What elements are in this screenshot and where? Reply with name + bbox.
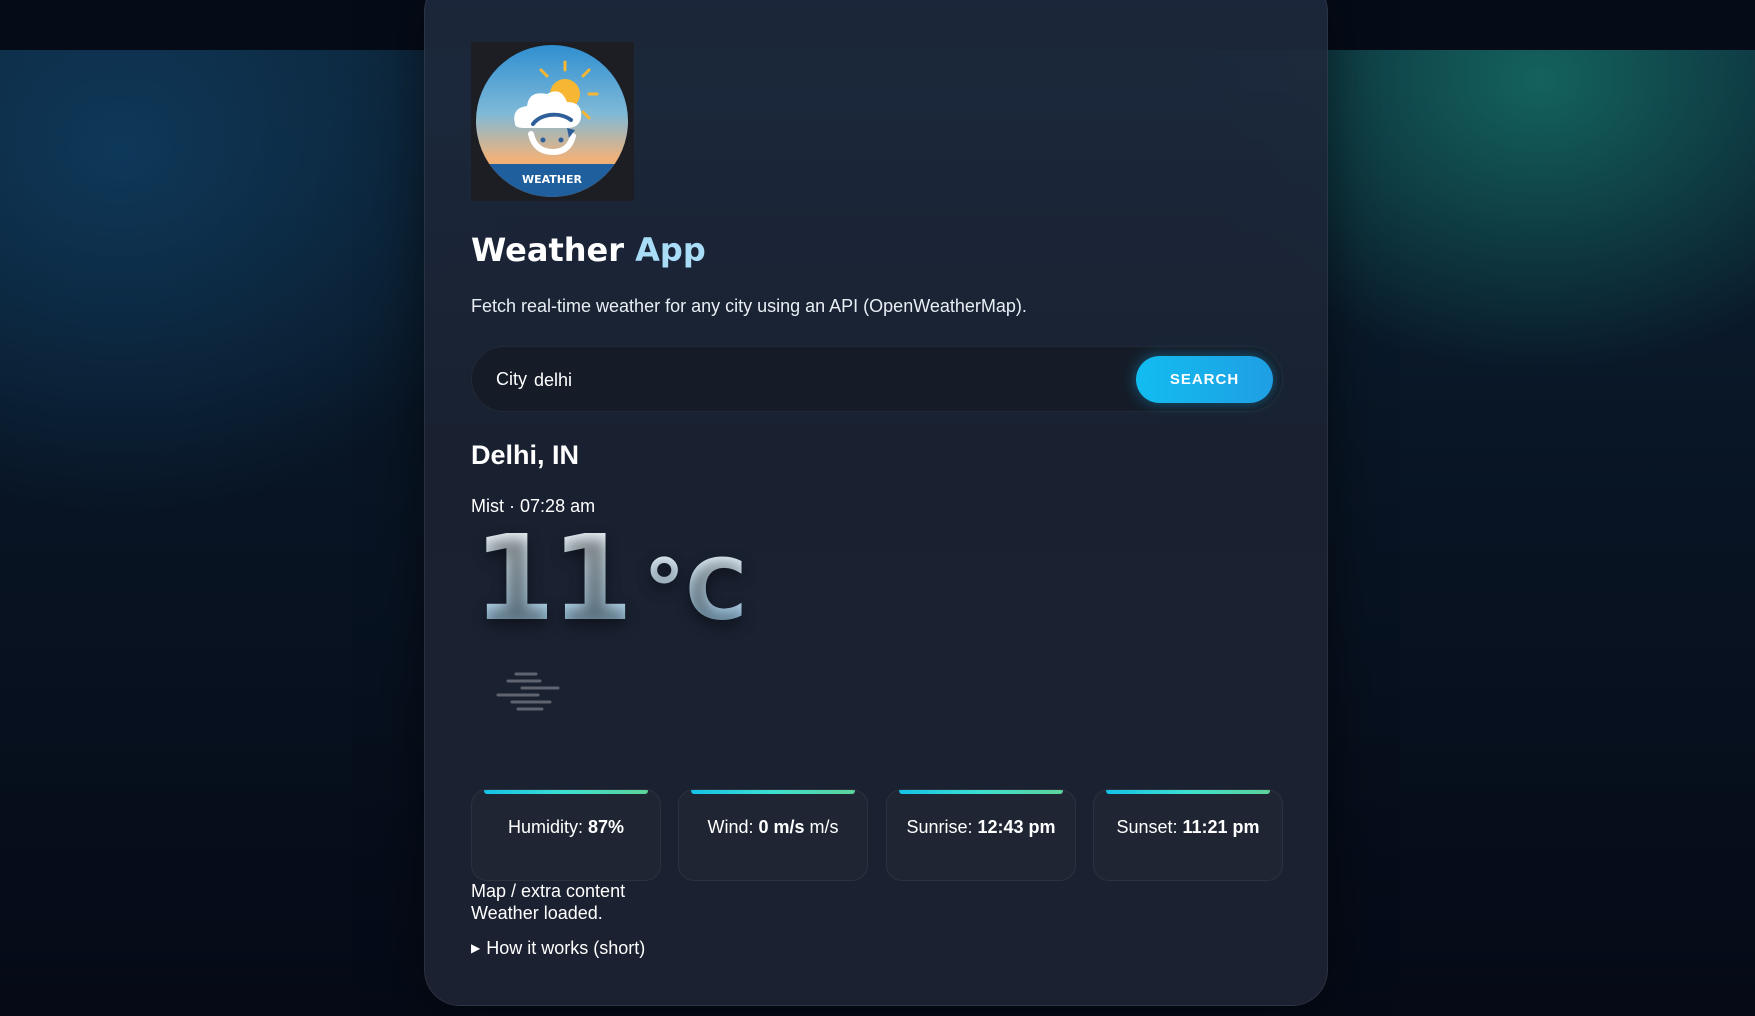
sunrise-label: Sunrise: [906, 817, 973, 837]
weather-logo-icon: WEATHER [476, 45, 628, 197]
title-part-2: App [635, 231, 706, 269]
app-logo: WEATHER [471, 42, 634, 201]
location-name: Delhi, IN [471, 440, 580, 470]
humidity-text: Humidity: 87% [480, 816, 652, 838]
map-text: Map / extra content [471, 881, 626, 901]
city-input[interactable] [534, 367, 1014, 393]
search-button[interactable]: SEARCH [1136, 356, 1273, 403]
humidity-value: 87% [588, 817, 625, 837]
search-bar: City SEARCH [471, 346, 1283, 412]
wind-value: 0 m/s [758, 817, 805, 837]
wind-card: Wind: 0 m/s m/s [678, 789, 868, 881]
sunset-value: 11:21 pm [1182, 817, 1260, 837]
how-it-works-toggle[interactable]: ▶ How it works (short) [471, 938, 645, 959]
logo-text: WEATHER [522, 173, 583, 186]
temperature-unit: °C [643, 541, 747, 639]
disclosure-triangle-icon: ▶ [471, 941, 481, 955]
wind-suffix: m/s [809, 817, 839, 837]
humidity-card: Humidity: 87% [471, 789, 661, 881]
sunset-label: Sunset: [1116, 817, 1178, 837]
sunrise-card: Sunrise: 12:43 pm [886, 789, 1076, 881]
status-text: Weather loaded. [471, 903, 603, 923]
title-part-1: Weather [471, 231, 625, 269]
how-it-works-label: How it works (short) [486, 938, 646, 958]
sunset-text: Sunset: 11:21 pm [1102, 816, 1274, 838]
page-title: Weather App [471, 230, 706, 270]
sunset-card: Sunset: 11:21 pm [1093, 789, 1283, 881]
temperature: 11 °C [473, 518, 747, 639]
city-label: City [496, 369, 527, 389]
mist-icon [496, 672, 560, 711]
humidity-label: Humidity: [507, 817, 583, 837]
wind-text: Wind: 0 m/s m/s [687, 816, 859, 838]
extra-content: Map / extra content Weather loaded. [471, 880, 625, 924]
wind-label: Wind: [707, 817, 754, 837]
sunrise-value: 12:43 pm [977, 817, 1056, 837]
sunrise-text: Sunrise: 12:43 pm [895, 816, 1067, 838]
temperature-value: 11 [473, 509, 633, 647]
subtitle: Fetch real-time weather for any city usi… [471, 296, 1027, 316]
